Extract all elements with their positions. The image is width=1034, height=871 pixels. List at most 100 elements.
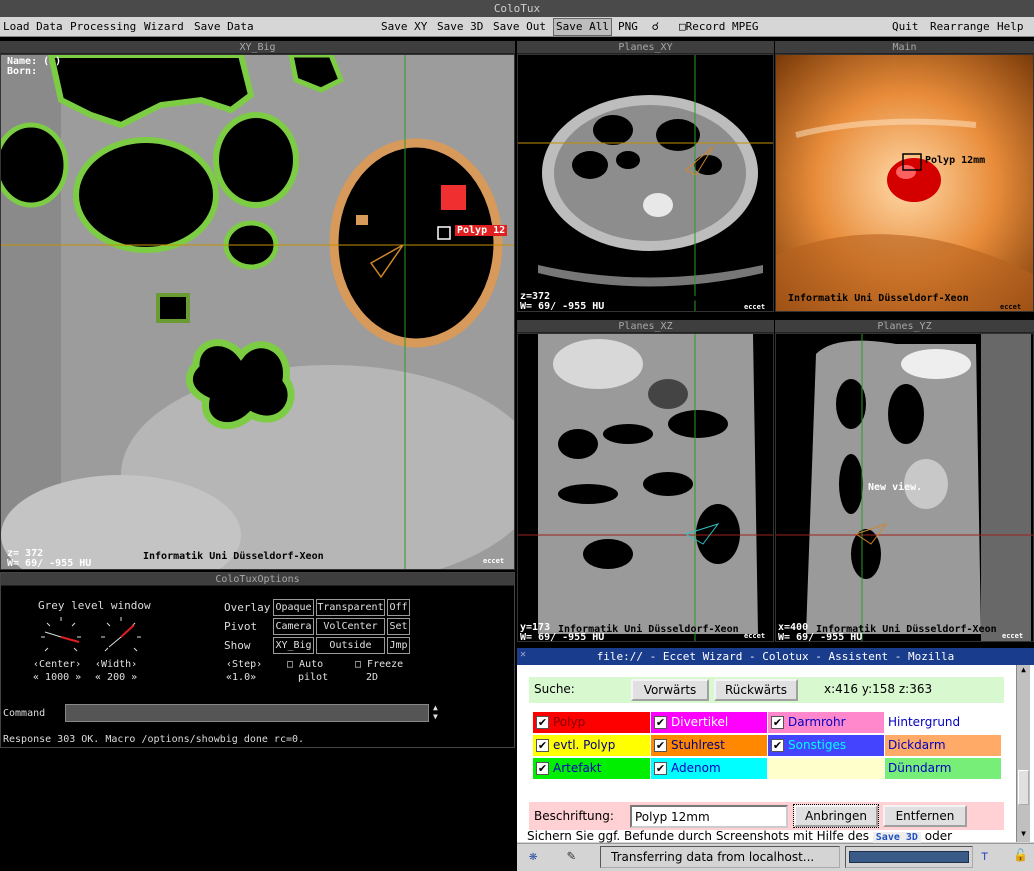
category-checkbox[interactable]: ✔ [771, 716, 784, 729]
overlay-off-button[interactable]: Off [387, 599, 410, 616]
pivot-set-button[interactable]: Set [387, 618, 410, 635]
scrollbar-thumb[interactable] [1018, 770, 1029, 805]
xy-big-polyp-label: Polyp 12 [455, 225, 508, 236]
category-artefakt[interactable]: ✔ Artefakt [533, 758, 650, 779]
category-polyp[interactable]: ✔ Polyp [533, 712, 650, 733]
category-checkbox[interactable]: ✔ [654, 716, 667, 729]
attach-button[interactable]: Anbringen [793, 804, 879, 828]
category-evtl-polyp[interactable]: ✔ evtl. Polyp [533, 735, 650, 756]
menu-quit[interactable]: Quit [892, 20, 919, 33]
category-sonstiges[interactable]: ✔ Sonstiges [768, 735, 884, 756]
show-jmp-button[interactable]: Jmp [387, 637, 410, 654]
save-3d-button[interactable]: Save 3D [437, 20, 483, 33]
overlay-transparent-button[interactable]: Transparent [316, 599, 385, 616]
planes-xz-panel: Planes_XZ y=173 Informatik Uni Düsseldor… [517, 320, 774, 643]
category-checkbox[interactable]: ✔ [654, 739, 667, 752]
footer-text: Sichern Sie ggf. Befunde durch Screensho… [527, 829, 869, 843]
category-empty [768, 758, 884, 779]
category-hintergrund[interactable]: Hintergrund [885, 712, 1001, 733]
save-out-button[interactable]: Save Out [493, 20, 546, 33]
category-label: Hintergrund [888, 715, 961, 729]
coordinates-readout: x:416 y:158 z:363 [824, 682, 933, 696]
browser-status-bar: ❋ ✎ Transferring data from localhost... … [517, 843, 1034, 871]
menu-save-data[interactable]: Save Data [194, 20, 254, 33]
autopilot-checkbox[interactable]: □ Auto [287, 659, 323, 670]
menu-wizard[interactable]: Wizard [144, 20, 184, 33]
main-3d-image [776, 55, 1033, 311]
category-darmrohr[interactable]: ✔ Darmrohr [768, 712, 884, 733]
menu-rearrange[interactable]: Rearrange [930, 20, 990, 33]
planes-xz-view[interactable]: y=173 Informatik Uni Düsseldorf-Xeon W= … [517, 333, 774, 642]
planes-xz-w-label: W= 69/ -955 HU [520, 632, 605, 642]
command-input[interactable] [65, 704, 429, 722]
category-checkbox[interactable]: ✔ [536, 739, 549, 752]
category-checkbox[interactable]: ✔ [771, 739, 784, 752]
command-history-arrows[interactable]: ▲ ▼ [433, 703, 438, 721]
menu-processing[interactable]: Processing [70, 20, 136, 33]
main-3d-view[interactable]: Polyp 12mm Informatik Uni Düsseldorf-Xeo… [775, 54, 1034, 312]
grey-level-dials[interactable] [39, 615, 149, 659]
save-xy-button[interactable]: Save XY [381, 20, 427, 33]
xy-big-born-label: Born: [7, 66, 38, 77]
planes-yz-view[interactable]: New view. x=400 Informatik Uni Düsseldor… [775, 333, 1034, 642]
settings-icon[interactable]: ☌ [652, 20, 659, 33]
browser-scrollbar[interactable]: ▲ ▼ [1016, 665, 1030, 842]
composer-icon[interactable]: ✎ [567, 848, 575, 864]
show-outside-button[interactable]: Outside [316, 637, 385, 654]
category-checkbox[interactable]: ✔ [654, 762, 667, 775]
xy-big-w-label: W= 69/ -955 HU [7, 558, 92, 569]
category-dickdarm[interactable]: Dickdarm [885, 735, 1001, 756]
step-stepper[interactable]: ‹Step› [226, 659, 262, 670]
navigator-icon[interactable]: ❋ [529, 848, 537, 864]
width-value: 200 [107, 672, 126, 683]
browser-window: file:// - Eccet Wizard - Colotux - Assis… [517, 648, 1034, 871]
save-3d-link[interactable]: Save 3D [872, 832, 921, 843]
overlay-opaque-button[interactable]: Opaque [273, 599, 314, 616]
category-divertikel[interactable]: ✔ Divertikel [651, 712, 767, 733]
remove-button[interactable]: Entfernen [883, 805, 967, 827]
scroll-down-icon[interactable]: ▼ [1018, 829, 1029, 841]
category-adenom[interactable]: ✔ Adenom [651, 758, 767, 779]
category-d-nndarm[interactable]: Dünndarm [885, 758, 1001, 779]
caption-input[interactable] [630, 805, 788, 828]
main-3d-panel: Main Polyp 12mm Informatik Uni Düsseldor… [775, 41, 1034, 313]
close-icon[interactable]: ✕ [520, 649, 526, 660]
planes-xz-logo: eccet [744, 632, 766, 640]
category-stuhlrest[interactable]: ✔ Stuhlrest [651, 735, 767, 756]
forward-button[interactable]: Vorwärts [631, 679, 709, 701]
category-label: Artefakt [553, 761, 602, 775]
category-checkbox[interactable]: ✔ [536, 762, 549, 775]
step-value-stepper[interactable]: «1.0» [226, 672, 256, 683]
progress-bar [845, 846, 973, 868]
main-logo: eccet [1000, 303, 1022, 311]
png-button[interactable]: PNG [618, 20, 638, 33]
pivot-volcenter-button[interactable]: VolCenter [316, 618, 385, 635]
backward-button[interactable]: Rückwärts [714, 679, 798, 701]
category-checkbox[interactable]: ✔ [536, 716, 549, 729]
freeze-2d-checkbox[interactable]: □ Freeze [355, 659, 403, 670]
xy-big-view[interactable]: Name: ( ) Born: Polyp 12 z= 372 W= 69/ -… [0, 54, 515, 570]
width-value-stepper[interactable]: « 200 » [95, 672, 137, 683]
menu-load-data[interactable]: Load Data [3, 20, 63, 33]
browser-title: file:// - Eccet Wizard - Colotux - Assis… [596, 650, 955, 663]
xy-big-image [1, 55, 514, 569]
menu-help[interactable]: Help [997, 20, 1024, 33]
planes-xy-logo: eccet [744, 303, 766, 311]
xy-big-title: XY_Big [0, 41, 515, 54]
browser-content: Suche: Vorwärts Rückwärts x:416 y:158 z:… [517, 665, 1034, 843]
freeze-label-2: 2D [366, 672, 379, 683]
category-label: Adenom [671, 761, 721, 775]
planes-xy-image [518, 55, 773, 311]
overlay-label: Overlay [224, 601, 271, 614]
save-all-button[interactable]: Save All [553, 18, 612, 36]
width-stepper[interactable]: ‹Width› [95, 659, 137, 670]
options-title: ColoTuxOptions [1, 573, 514, 586]
xy-big-institute-label: Informatik Uni Düsseldorf-Xeon [143, 551, 324, 562]
center-stepper[interactable]: ‹Center› [33, 659, 81, 670]
scroll-up-icon[interactable]: ▲ [1018, 665, 1029, 677]
planes-xy-view[interactable]: z=372 Informatik Uni Düsseldorf-Xeon W= … [517, 54, 774, 312]
center-value-stepper[interactable]: « 1000 » [33, 672, 81, 683]
pivot-camera-button[interactable]: Camera [273, 618, 314, 635]
show-xybig-button[interactable]: XY_Big [273, 637, 314, 654]
record-mpeg-checkbox[interactable]: □Record MPEG [679, 20, 758, 33]
